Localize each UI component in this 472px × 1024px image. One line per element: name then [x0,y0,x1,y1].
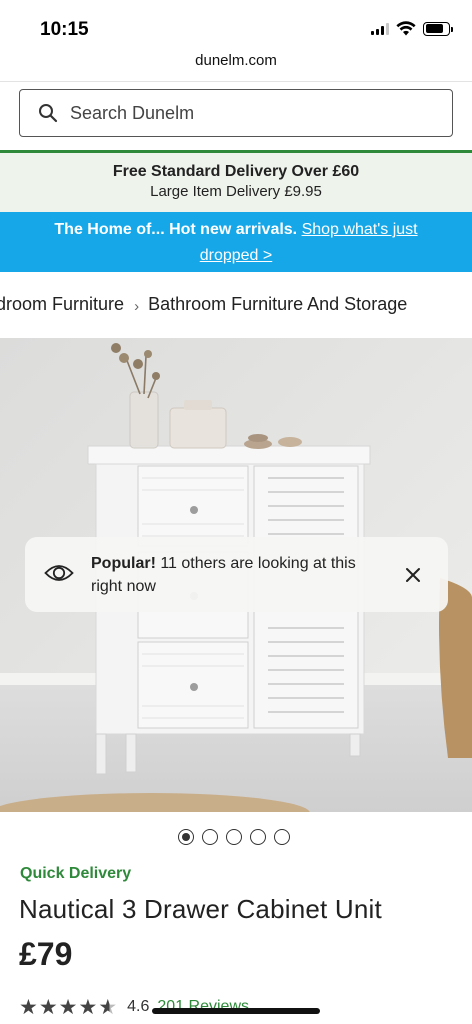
breadcrumb-item-bedroom-furniture[interactable]: Bedroom Furniture [0,294,124,315]
wifi-icon [396,21,416,36]
status-icons [371,21,453,36]
carousel-dots [178,829,290,845]
star-icon: ★ [78,995,98,1019]
promo-banner: The Home of... Hot new arrivals. Shop wh… [0,212,472,272]
url-bar[interactable]: dunelm.com [0,52,472,80]
status-time: 10:15 [40,19,89,40]
carousel-dot-1[interactable] [178,829,194,845]
carousel-dot-2[interactable] [202,829,218,845]
star-icon: ★ [19,995,38,1019]
carousel-dot-5[interactable] [274,829,290,845]
close-icon[interactable] [402,564,424,586]
star-icon: ★ [38,995,58,1019]
star-half-icon: ★ [98,995,118,1019]
rating-stars: ★ ★ ★ ★ ★ [19,997,117,1018]
search-input[interactable] [70,102,430,124]
url-divider [0,81,472,82]
search-icon [39,104,58,123]
quick-delivery-badge: Quick Delivery [20,865,132,882]
delivery-headline: Free Standard Delivery Over £60 [112,163,360,180]
search-box[interactable] [19,89,453,137]
carousel-dot-4[interactable] [250,829,266,845]
delivery-subline: Large Item Delivery £9.95 [150,183,322,200]
status-bar: 10:15 [0,0,472,56]
promo-text: The Home of... Hot new arrivals. [54,221,298,238]
breadcrumb: Bedroom Furniture › Bathroom Furniture A… [0,285,472,325]
signal-icon [371,22,389,35]
rating-row: ★ ★ ★ ★ ★ 4.6 201 Reviews [19,995,249,1019]
chevron-right-icon: › [134,298,140,315]
url-text[interactable]: dunelm.com [195,52,277,69]
breadcrumb-item-bathroom-furniture[interactable]: Bathroom Furniture And Storage [148,294,407,315]
toast-bold: Popular! [91,555,156,572]
popular-toast: Popular! 11 others are looking at this r… [25,537,448,612]
rating-value: 4.6 [127,998,150,1015]
eye-icon [44,565,74,581]
battery-icon [423,21,453,36]
carousel-dot-3[interactable] [226,829,242,845]
toast-message: Popular! 11 others are looking at this r… [91,552,381,598]
product-price: £79 [19,936,73,972]
product-title: Nautical 3 Drawer Cabinet Unit [19,894,382,924]
home-indicator [152,1008,320,1014]
star-icon: ★ [58,995,78,1019]
delivery-banner: Free Standard Delivery Over £60 Large It… [0,150,472,212]
